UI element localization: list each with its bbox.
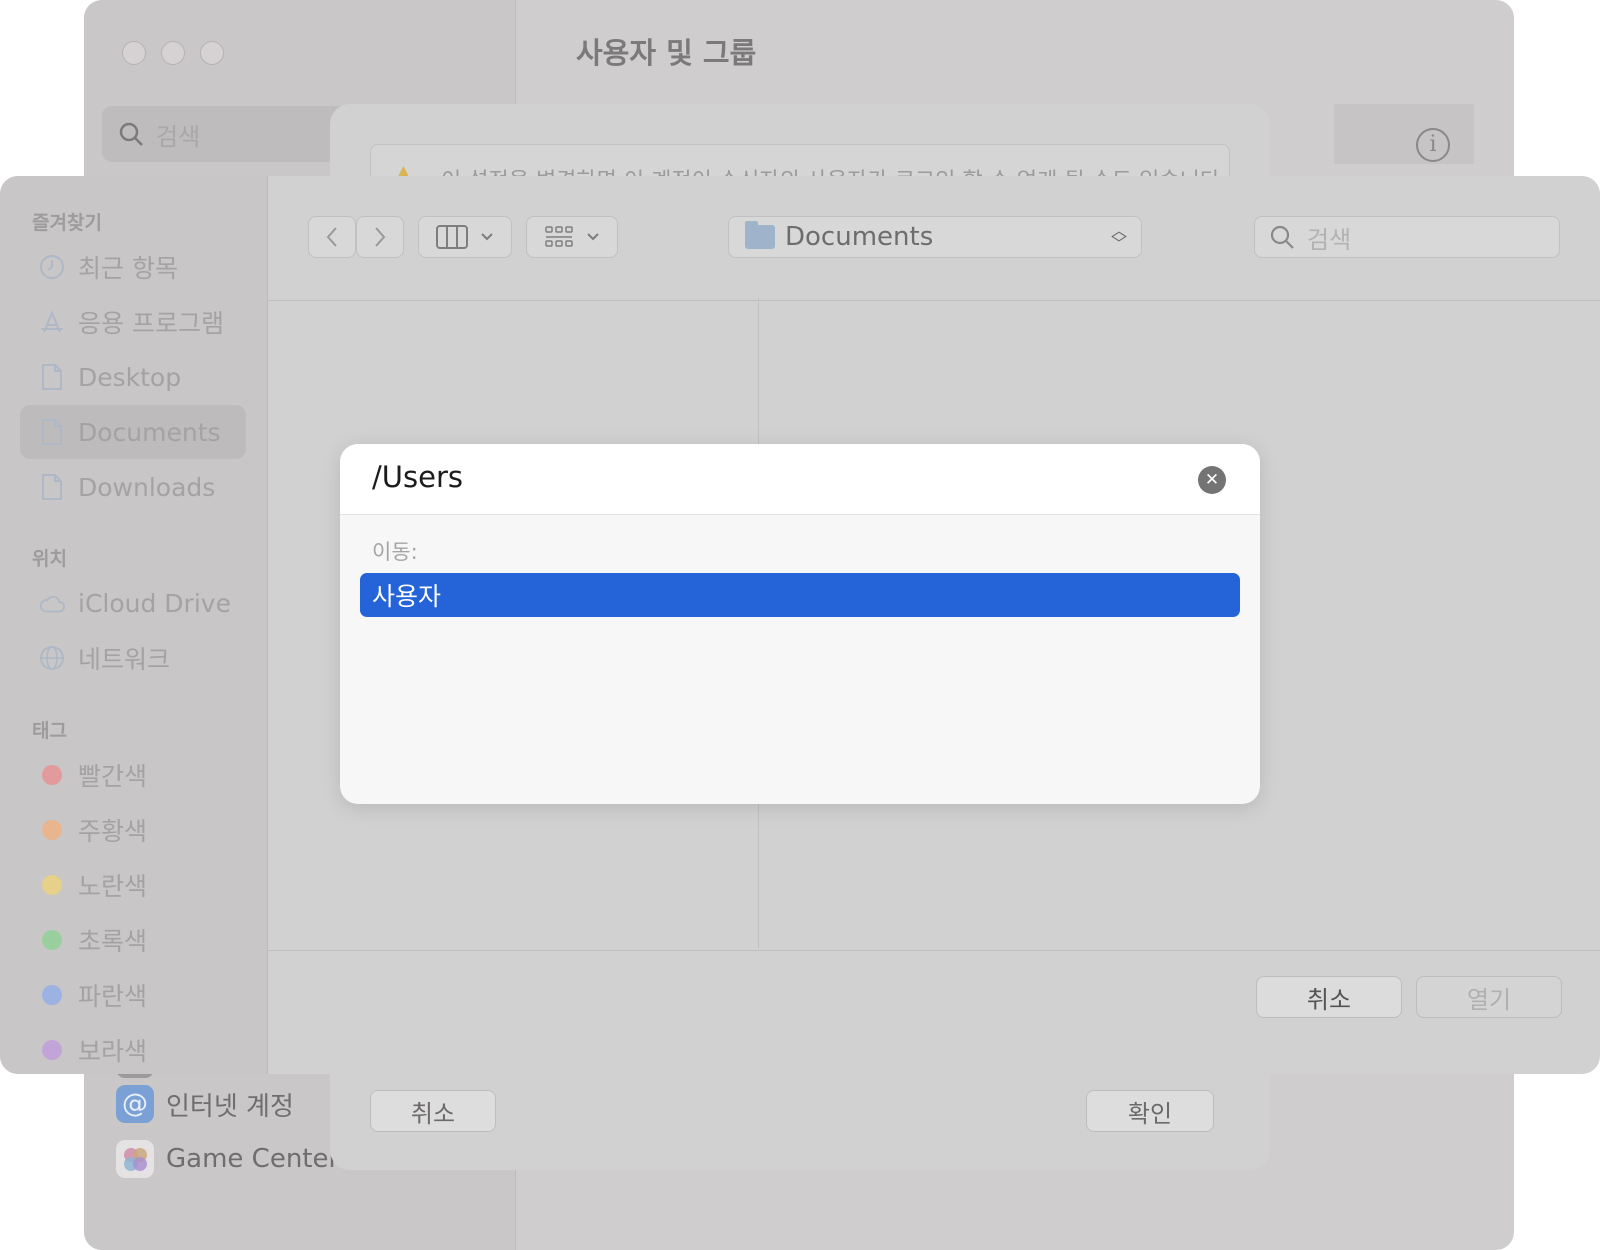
sidebar-item-label: 초록색 — [78, 927, 148, 956]
cloud-icon — [38, 589, 66, 617]
columns-view-icon — [436, 225, 468, 249]
path-input-field[interactable]: /Users ✕ — [340, 444, 1260, 515]
open-button[interactable]: 열기 — [1416, 976, 1562, 1018]
location-label: Documents — [785, 222, 934, 252]
grid-icon — [545, 226, 573, 247]
sidebar-item-applications[interactable]: 응용 프로그램 — [20, 295, 246, 349]
game-center-icon — [116, 1140, 154, 1178]
tag-color-dot — [42, 985, 62, 1005]
tag-color-dot — [42, 820, 62, 840]
sidebar-item-label: 노란색 — [78, 872, 148, 901]
tags-header: 태그 — [32, 720, 67, 742]
sidebar-item-desktop[interactable]: Desktop — [20, 350, 246, 404]
sidebar-tag-orange[interactable]: 주황색 — [20, 803, 246, 857]
sidebar-tag-purple[interactable]: 보라색 — [20, 1023, 246, 1074]
sidebar-item-internet-accounts[interactable]: @ 인터넷 계정 — [116, 1085, 294, 1123]
sidebar-item-label: Desktop — [78, 362, 182, 392]
sidebar-item-label: 빨간색 — [78, 762, 148, 791]
back-button[interactable] — [308, 216, 356, 258]
finder-sidebar: 즐겨찾기 최근 항목 응용 프로그램 Desktop Documents Dow… — [0, 176, 268, 1074]
search-icon — [1270, 225, 1294, 249]
chevron-left-icon — [326, 227, 337, 247]
forward-button[interactable] — [356, 216, 404, 258]
globe-icon — [38, 644, 66, 672]
cancel-button[interactable]: 취소 — [1256, 976, 1402, 1018]
sidebar-item-documents[interactable]: Documents — [20, 405, 246, 459]
document-icon — [38, 473, 66, 501]
sidebar-tag-yellow[interactable]: 노란색 — [20, 858, 246, 912]
sidebar-item-network[interactable]: 네트워크 — [20, 631, 246, 685]
sidebar-item-label: Game Center — [166, 1144, 340, 1174]
path-input-value[interactable]: /Users — [372, 460, 463, 494]
chevron-down-icon — [481, 233, 493, 241]
applications-icon — [38, 308, 66, 336]
sidebar-item-label: 파란색 — [78, 982, 148, 1011]
goto-section-label: 이동: — [372, 540, 418, 564]
suggestion-label: 사용자 — [372, 582, 442, 611]
sidebar-item-label: 최근 항목 — [78, 254, 178, 283]
sidebar-item-label: Downloads — [78, 472, 216, 502]
sidebar-tag-green[interactable]: 초록색 — [20, 913, 246, 967]
locations-header: 위치 — [32, 548, 67, 570]
zoom-window-button[interactable] — [200, 41, 224, 65]
location-popup[interactable]: Documents ︿ ﹀ — [728, 216, 1142, 258]
sidebar-tag-blue[interactable]: 파란색 — [20, 968, 246, 1022]
group-by-button[interactable] — [526, 216, 618, 258]
info-icon[interactable]: i — [1416, 128, 1450, 162]
view-mode-button[interactable] — [418, 216, 512, 258]
suggestion-item-users[interactable]: 사용자 — [360, 573, 1240, 617]
tag-color-dot — [42, 765, 62, 785]
sidebar-item-label: 네트워크 — [78, 645, 171, 674]
content-header-bar — [1334, 104, 1474, 164]
clear-icon[interactable]: ✕ — [1198, 466, 1226, 494]
sidebar-tag-red[interactable]: 빨간색 — [20, 748, 246, 802]
at-sign-icon: @ — [116, 1085, 154, 1123]
minimize-window-button[interactable] — [161, 41, 185, 65]
document-icon — [38, 363, 66, 391]
tag-color-dot — [42, 1040, 62, 1060]
tag-color-dot — [42, 875, 62, 895]
finder-search-field[interactable]: 검색 — [1254, 216, 1560, 258]
sidebar-item-label: Documents — [78, 417, 221, 447]
toolbar-divider — [268, 300, 1600, 301]
finder-search-placeholder: 검색 — [1307, 225, 1352, 254]
sidebar-item-icloud-drive[interactable]: iCloud Drive — [20, 576, 246, 630]
sidebar-item-label: 인터넷 계정 — [166, 1091, 294, 1122]
footer-divider — [268, 950, 1600, 951]
sidebar-item-label: iCloud Drive — [78, 588, 231, 618]
favorites-header: 즐겨찾기 — [32, 212, 102, 234]
clock-icon — [38, 253, 66, 281]
close-window-button[interactable] — [122, 41, 146, 65]
sidebar-item-recents[interactable]: 최근 항목 — [20, 240, 246, 294]
chevron-right-icon — [375, 227, 386, 247]
updown-chevron-icon: ︿ ﹀ — [1110, 221, 1127, 253]
folder-icon — [745, 221, 775, 249]
window-title: 사용자 및 그룹 — [576, 36, 757, 70]
sidebar-item-label: 보라색 — [78, 1037, 148, 1066]
search-icon — [119, 122, 143, 146]
settings-search-placeholder: 검색 — [156, 122, 201, 151]
sheet-confirm-button[interactable]: 확인 — [1086, 1090, 1214, 1132]
go-to-folder-dialog: /Users ✕ 이동: 사용자 — [340, 444, 1260, 804]
sidebar-item-game-center[interactable]: Game Center — [116, 1140, 339, 1178]
chevron-down-icon — [587, 233, 599, 241]
document-icon — [38, 418, 66, 446]
sheet-cancel-button[interactable]: 취소 — [370, 1090, 496, 1132]
sidebar-item-label: 주황색 — [78, 817, 148, 846]
sidebar-item-label: 응용 프로그램 — [78, 309, 224, 338]
tag-color-dot — [42, 930, 62, 950]
sidebar-item-downloads[interactable]: Downloads — [20, 460, 246, 514]
